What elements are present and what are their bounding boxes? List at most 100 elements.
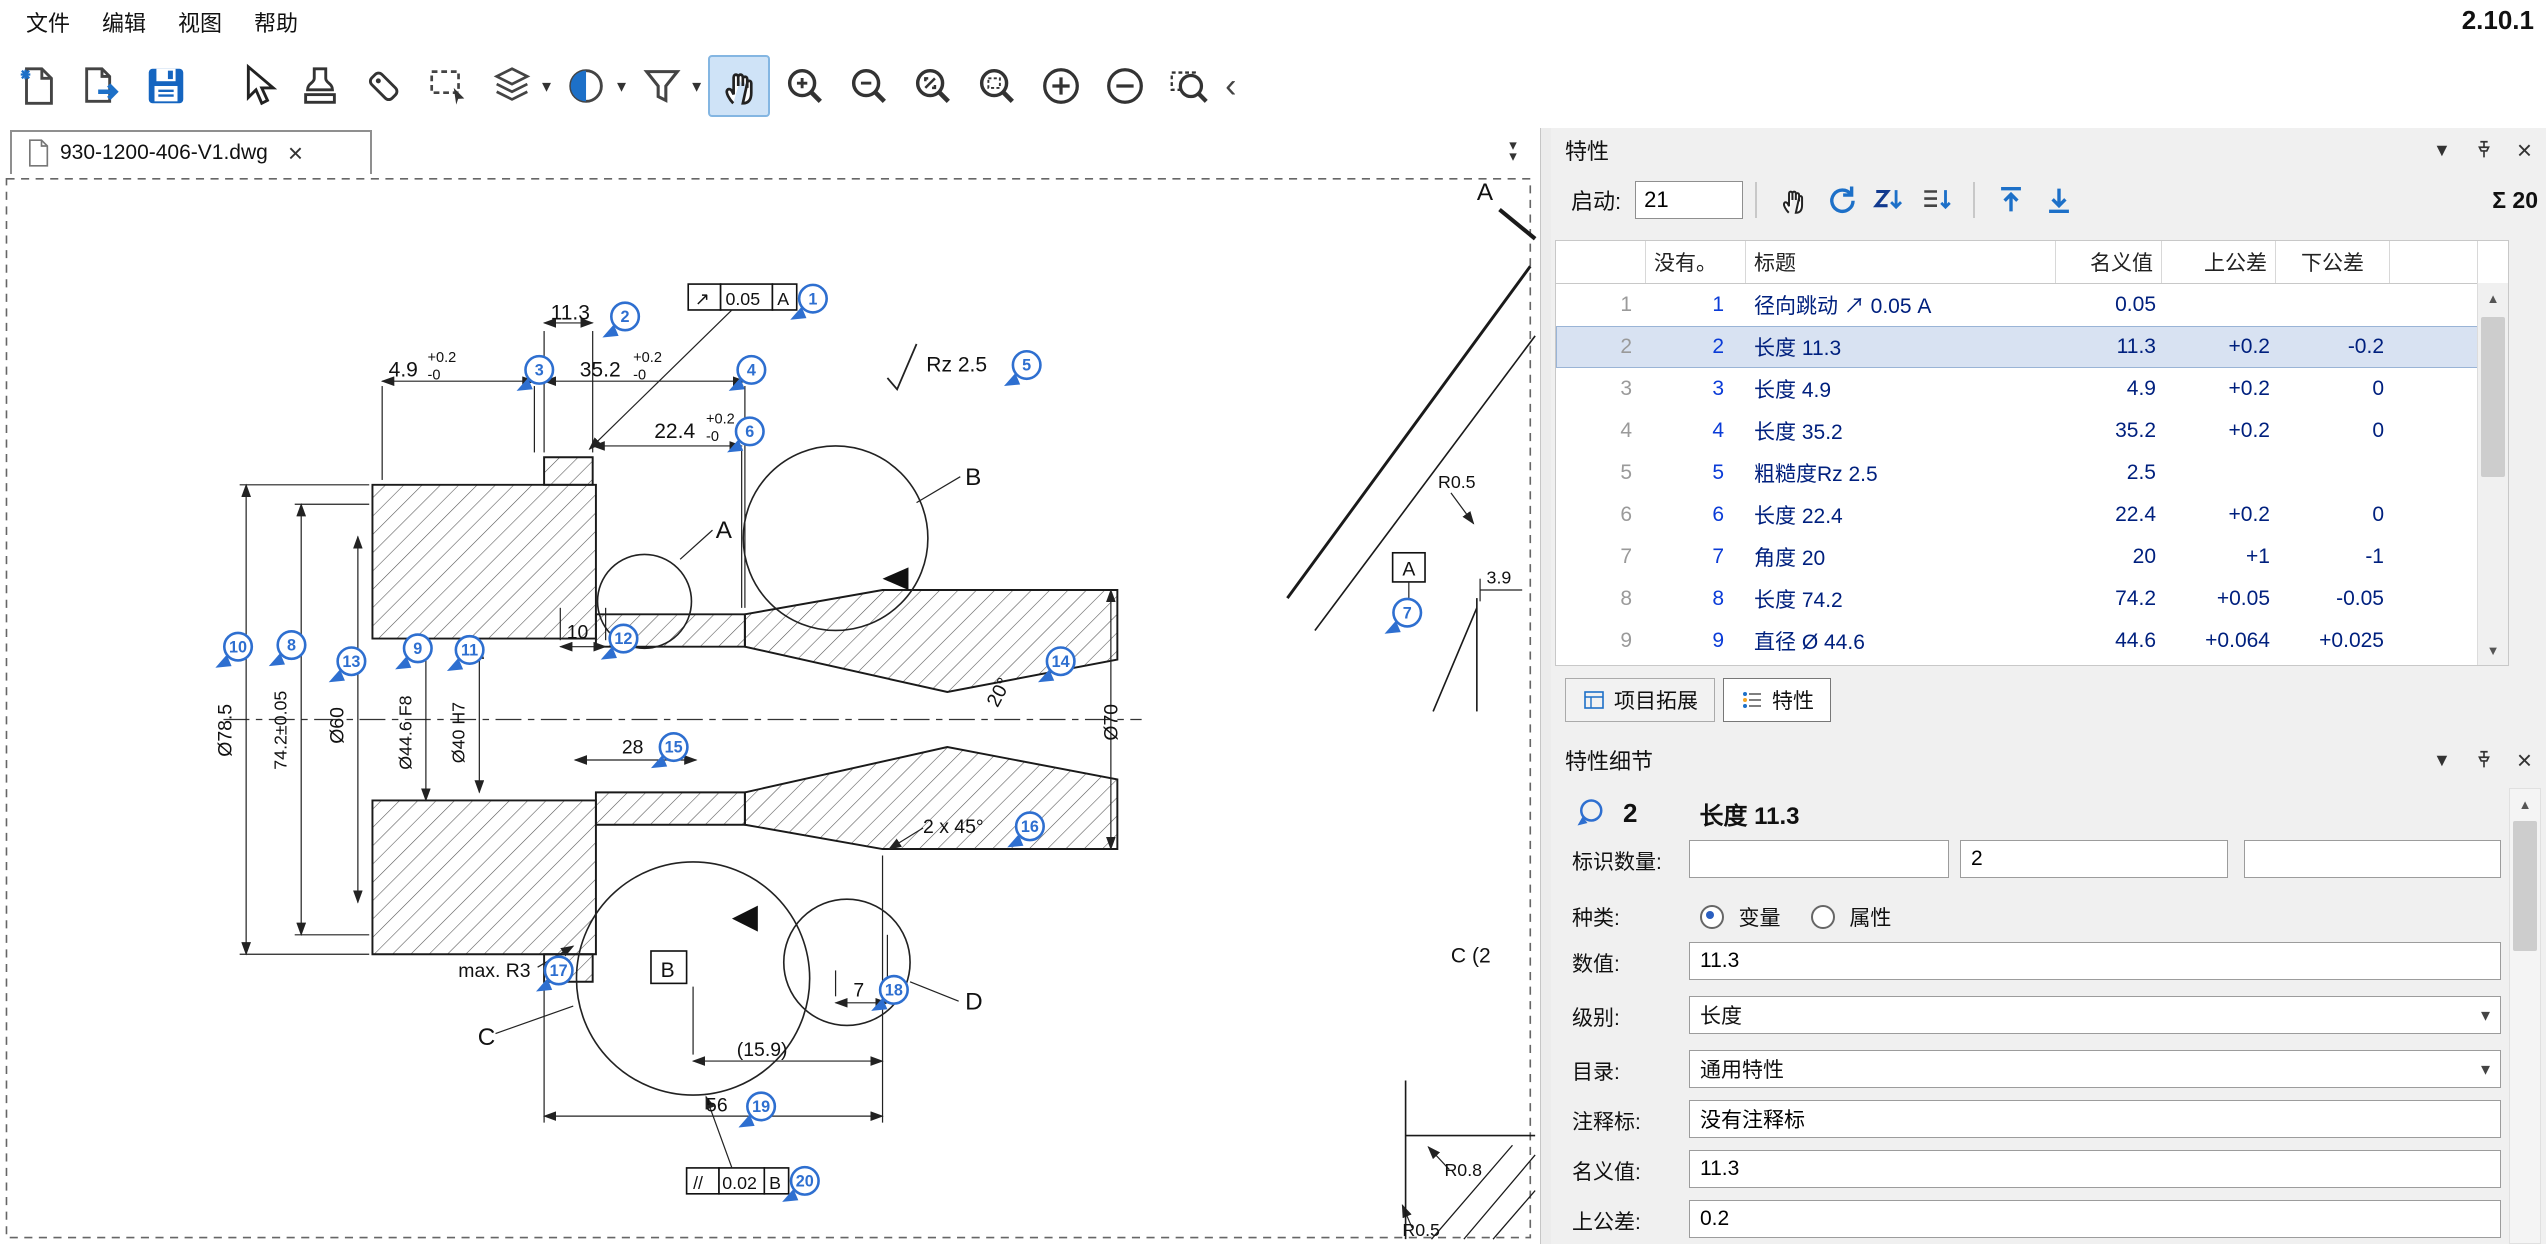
details-panel: 特性细节 ▼ × 2 长度 11.3 标识数量: 种类: <box>1551 738 2546 1244</box>
move-top-icon[interactable] <box>1989 180 2033 220</box>
table-row-selected[interactable]: 22长度 11.311.3+0.2-0.2 <box>1556 326 2478 368</box>
drawing-dim-text: Ø70 <box>1100 704 1122 741</box>
pan-icon[interactable] <box>708 55 770 117</box>
column-no[interactable]: 没有。 <box>1646 241 1746 283</box>
balloon-7[interactable]: 7 <box>1385 599 1421 634</box>
svg-text:8: 8 <box>287 637 296 655</box>
pin-icon[interactable] <box>2473 139 2495 161</box>
scrollbar-thumb[interactable] <box>2513 821 2537 951</box>
tab-label: 特性 <box>1772 685 1814 715</box>
marquee-select-icon[interactable] <box>419 57 477 115</box>
refresh-icon[interactable] <box>1819 180 1863 220</box>
column-upper[interactable]: 上公差 <box>2162 241 2276 283</box>
menu-view[interactable]: 视图 <box>162 2 238 42</box>
sort-z-icon[interactable] <box>1867 180 1911 220</box>
zoom-region-icon[interactable] <box>968 57 1026 115</box>
tab-close-icon[interactable]: × <box>288 140 303 166</box>
pin-icon[interactable] <box>2473 749 2495 771</box>
balloon-8[interactable]: 8 <box>269 631 305 666</box>
balloon-stamp-icon[interactable] <box>291 57 349 115</box>
upper-tolerance-input[interactable] <box>1689 1200 2501 1238</box>
tab-properties[interactable]: 特性 <box>1723 678 1831 722</box>
balloon-style-icon[interactable] <box>558 57 616 115</box>
details-scrollbar[interactable]: ▲ <box>2509 788 2541 1244</box>
properties-table: 没有。 标题 名义值 上公差 下公差 11径向跳动 ↗ 0.05 A0.05 2… <box>1555 240 2509 666</box>
qty-input-3[interactable] <box>2244 840 2501 878</box>
table-scrollbar[interactable]: ▲ ▼ <box>2477 283 2508 665</box>
zoom-out-icon[interactable] <box>840 57 898 115</box>
scroll-up-icon[interactable]: ▲ <box>2478 283 2508 313</box>
column-lower[interactable]: 下公差 <box>2276 241 2390 283</box>
balloon-15[interactable]: 15 <box>651 733 687 768</box>
table-row[interactable]: 66长度 22.422.4+0.20 <box>1556 494 2478 536</box>
menu-edit[interactable]: 编辑 <box>86 2 162 42</box>
toolbar-collapse-icon[interactable]: ‹ <box>1225 69 1236 103</box>
panel-menu-chevron-icon[interactable]: ▼ <box>2433 141 2451 159</box>
column-nominal[interactable]: 名义值 <box>2056 241 2162 283</box>
panel-menu-chevron-icon[interactable]: ▼ <box>2433 751 2451 769</box>
qty-input-1[interactable] <box>1689 840 1949 878</box>
menu-file[interactable]: 文件 <box>10 2 86 42</box>
radio-variable[interactable] <box>1700 905 1724 929</box>
table-row[interactable]: 44长度 35.235.2+0.20 <box>1556 410 2478 452</box>
table-row[interactable]: 99直径 Ø 44.644.6+0.064+0.025 <box>1556 620 2478 662</box>
drawing-dim-text: 10 <box>567 622 589 644</box>
svg-text:16: 16 <box>1021 818 1039 836</box>
panel-close-icon[interactable]: × <box>2517 135 2532 166</box>
filter-dropdown-icon[interactable]: ▾ <box>692 76 701 97</box>
balloon-17[interactable]: 17 <box>536 957 572 992</box>
save-icon[interactable] <box>137 57 195 115</box>
radio-attribute[interactable] <box>1811 905 1835 929</box>
class-select[interactable]: 长度 ▾ <box>1689 996 2501 1034</box>
table-row[interactable]: 11径向跳动 ↗ 0.05 A0.05 <box>1556 284 2478 326</box>
balloon-4[interactable]: 4 <box>729 356 765 391</box>
table-row[interactable]: 55粗糙度Rz 2.52.5 <box>1556 452 2478 494</box>
layers-dropdown-icon[interactable]: ▾ <box>542 76 551 97</box>
increase-icon[interactable] <box>1032 57 1090 115</box>
open-document-icon[interactable] <box>73 57 131 115</box>
scroll-up-icon[interactable]: ▲ <box>2510 789 2540 819</box>
tab-project-extension[interactable]: 项目拓展 <box>1565 678 1715 722</box>
tab-overflow-icon[interactable]: ▾▾ <box>1499 134 1527 168</box>
zoom-fit-icon[interactable] <box>904 57 962 115</box>
section-arrow <box>883 567 909 590</box>
zoom-in-icon[interactable] <box>776 57 834 115</box>
qty-input-2[interactable] <box>1960 840 2228 878</box>
column-title[interactable]: 标题 <box>1746 241 2056 283</box>
catalog-label: 目录: <box>1572 1056 1620 1086</box>
renumber-list-icon[interactable] <box>1915 180 1959 220</box>
decrease-icon[interactable] <box>1096 57 1154 115</box>
document-tab[interactable]: 930-1200-406-V1.dwg × <box>10 130 372 174</box>
select-cursor-icon[interactable] <box>227 57 285 115</box>
new-document-icon[interactable] <box>9 57 67 115</box>
table-row[interactable]: 77角度 2020+1-1 <box>1556 536 2478 578</box>
pick-hand-icon[interactable] <box>1771 180 1815 220</box>
layers-icon[interactable] <box>483 57 541 115</box>
balloon-3[interactable]: 3 <box>517 356 553 391</box>
value-input[interactable] <box>1689 942 2501 980</box>
table-row[interactable]: 33长度 4.94.9+0.20 <box>1556 368 2478 410</box>
move-bottom-icon[interactable] <box>2037 180 2081 220</box>
balloon-5[interactable]: 5 <box>1004 351 1040 386</box>
drawing-dim-text: ↗ <box>695 289 710 309</box>
scroll-down-icon[interactable]: ▼ <box>2478 635 2508 665</box>
filter-icon[interactable] <box>633 57 691 115</box>
drawing-dim-text: R0.5 <box>1438 472 1476 492</box>
note-input[interactable] <box>1689 1100 2501 1138</box>
tag-icon[interactable] <box>355 57 413 115</box>
balloon-19[interactable]: 19 <box>738 1093 774 1128</box>
nominal-input[interactable] <box>1689 1150 2501 1188</box>
panel-close-icon[interactable]: × <box>2517 745 2532 776</box>
menu-help[interactable]: 帮助 <box>238 2 314 42</box>
balloon-18[interactable]: 18 <box>871 976 907 1011</box>
drawing-canvas[interactable]: 11.3↗0.05A4.9+0.2-035.2+0.2-0Rz 2.522.4+… <box>0 174 1540 1244</box>
table-row[interactable]: 88长度 74.274.2+0.05-0.05 <box>1556 578 2478 620</box>
balloon-style-dropdown-icon[interactable]: ▾ <box>617 76 626 97</box>
balloon-2[interactable]: 2 <box>602 303 638 338</box>
zoom-window-icon[interactable] <box>1160 57 1218 115</box>
catalog-select[interactable]: 通用特性 ▾ <box>1689 1050 2501 1088</box>
balloon-11[interactable]: 11 <box>447 636 483 671</box>
scrollbar-thumb[interactable] <box>2481 317 2505 477</box>
start-input[interactable] <box>1635 181 1743 219</box>
balloon-13[interactable]: 13 <box>329 647 365 682</box>
